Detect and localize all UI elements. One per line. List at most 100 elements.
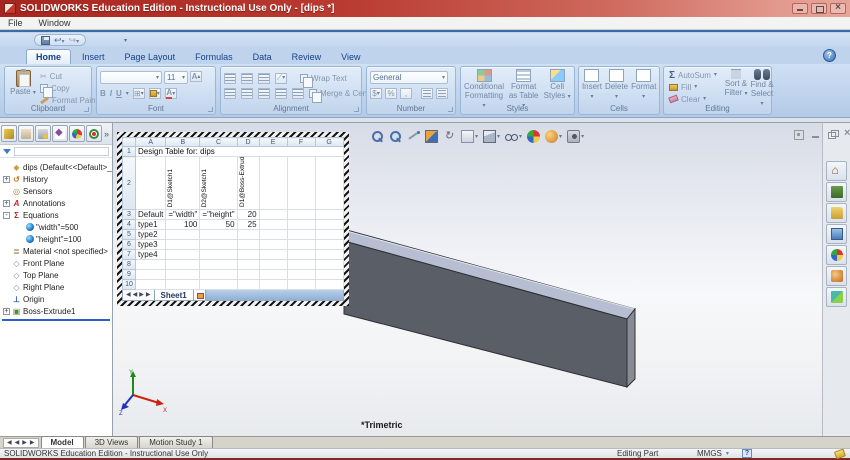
panel-tab[interactable] [86,125,102,142]
decrease-decimal-button[interactable] [436,88,448,99]
tree-filter-input[interactable] [14,146,109,156]
cell[interactable] [258,259,288,270]
col-header[interactable]: B [165,137,201,147]
row-header[interactable]: 4 [122,219,136,230]
font-name-select[interactable]: ▾ [100,71,162,84]
panel-tab[interactable] [52,125,68,142]
cell[interactable] [199,249,238,260]
col-header[interactable]: G [314,137,344,147]
cell[interactable] [258,249,288,260]
format-as-table-button[interactable]: Format as Table ▾ [508,69,539,109]
panel-tabs-overflow-icon[interactable]: » [104,129,109,139]
close-button[interactable] [830,2,846,14]
redo-icon[interactable]: ↪▾ [69,35,80,45]
row-header[interactable]: 9 [122,269,136,280]
autosum-button[interactable]: Σ AutoSum ▾ [669,69,717,81]
cell[interactable] [165,269,201,280]
borders-button[interactable]: ⊞ ▾ [132,88,145,99]
doc-minimize-icon[interactable] [809,129,822,140]
bold-button[interactable]: B [100,89,106,98]
cell-b4[interactable]: 100 [165,219,201,230]
cell[interactable] [199,239,238,250]
cell[interactable] [258,279,288,290]
cell[interactable] [314,259,344,270]
units-selector[interactable]: MMGS ▾ [697,449,729,458]
cell[interactable] [236,239,260,250]
part-end-face[interactable] [626,307,636,389]
status-help-icon[interactable]: ? [742,449,752,458]
graphics-viewport[interactable]: ▾ ▾ ▾ ▾ ▾ A B [113,122,822,437]
decrease-indent-button[interactable] [275,87,287,99]
increase-indent-button[interactable] [292,87,304,99]
number-dialog-launcher-icon[interactable] [448,107,453,112]
font-dialog-launcher-icon[interactable] [208,107,213,112]
align-center-button[interactable] [241,87,253,99]
col-header[interactable]: D [236,137,260,147]
hud-icon-button[interactable]: ▾ [505,130,522,143]
task-pane-button[interactable] [826,224,847,244]
cell[interactable] [314,269,344,280]
sheet-tab[interactable]: Sheet1 [153,290,194,300]
cell[interactable] [236,229,260,240]
orientation-button[interactable]: ⟋ ▾ [275,72,287,84]
cell-a5[interactable]: type2 [134,229,167,240]
row-header[interactable]: 10 [122,279,136,290]
panel-tab[interactable] [18,125,34,142]
paste-button[interactable]: Paste ▾ [8,69,38,96]
cell-d4[interactable]: 25 [236,219,260,230]
cell-a3[interactable]: Default [134,209,167,220]
tab-next-icon[interactable]: ▶ [21,440,28,446]
tree-item[interactable]: Sensors [0,185,112,197]
cell[interactable] [286,279,316,290]
cell[interactable] [286,156,316,210]
customize-qat-icon[interactable]: ▾ [124,37,127,44]
cell[interactable] [314,219,344,230]
row-header[interactable]: 5 [122,229,136,240]
tab-view[interactable]: View [332,50,369,64]
font-size-select[interactable]: 11 ▾ [164,71,188,84]
align-left-button[interactable] [224,87,236,99]
cell-b3[interactable]: ="width" [165,209,201,220]
cell[interactable] [134,269,167,280]
cell[interactable] [286,229,316,240]
insert-worksheet-icon[interactable] [193,290,206,300]
tab-review[interactable]: Review [283,50,331,64]
format-cells-button[interactable]: Format ▾ [631,69,656,105]
tab-page-layout[interactable]: Page Layout [116,50,185,64]
cell[interactable] [314,209,344,220]
tab-last-icon[interactable]: ▶ [29,440,36,446]
menu-file[interactable]: File [8,18,23,28]
doc-restore-icon[interactable] [826,129,839,140]
task-pane-button[interactable] [826,266,847,286]
hud-icon-button[interactable] [407,130,420,143]
tab-3d-views[interactable]: 3D Views [84,436,139,448]
hud-icon-button[interactable] [371,130,384,143]
minimize-button[interactable] [792,3,808,14]
tree-item[interactable]: "height"=100 [0,233,112,245]
tree-item[interactable]: + Boss-Extrude1 [0,305,112,317]
insert-cells-button[interactable]: Insert ▾ [582,69,602,105]
row-header[interactable]: 6 [122,239,136,250]
cell[interactable] [199,259,238,270]
cell[interactable] [165,239,201,250]
align-right-button[interactable] [258,87,270,99]
part-front-face[interactable] [343,240,628,388]
panel-tab[interactable] [35,125,51,142]
task-pane-button[interactable] [826,203,847,223]
cell[interactable] [199,269,238,280]
conditional-formatting-button[interactable]: Conditional Formatting ▾ [464,69,504,109]
hud-icon-button[interactable]: ▾ [545,130,562,143]
hud-icon-button[interactable] [425,130,438,143]
alignment-dialog-launcher-icon[interactable] [354,107,359,112]
cell[interactable] [165,259,201,270]
task-pane-button[interactable] [826,287,847,307]
restore-button[interactable] [811,3,827,14]
tab-motion-study[interactable]: Motion Study 1 [139,436,213,448]
cell-b2[interactable]: D1@Sketch1 [165,156,201,210]
fill-button[interactable]: Fill ▾ [669,81,717,93]
cell[interactable] [258,209,288,220]
cell-a4[interactable]: type1 [134,219,167,230]
cell-d3[interactable]: 20 [236,209,260,220]
row-header[interactable]: 3 [122,209,136,220]
tab-insert[interactable]: Insert [73,50,114,64]
